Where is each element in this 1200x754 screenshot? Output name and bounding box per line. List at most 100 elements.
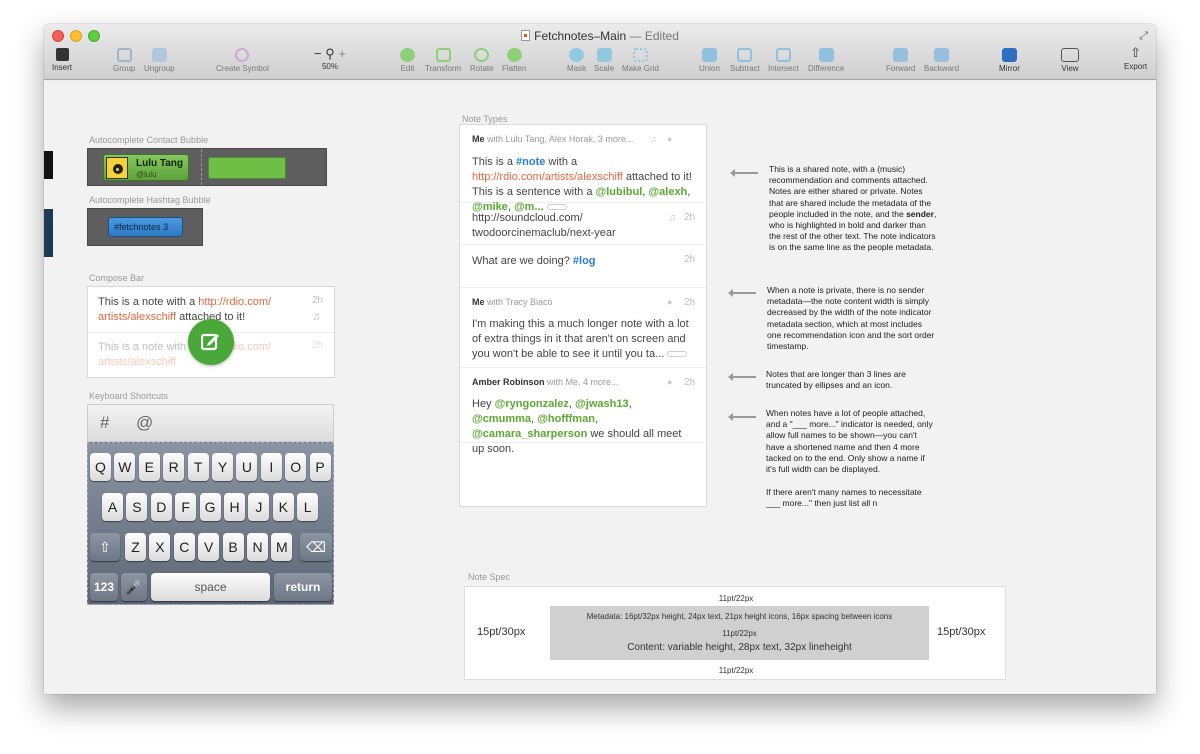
scale-icon	[596, 48, 612, 62]
timestamp: 2h	[684, 377, 696, 388]
compose-button[interactable]	[188, 319, 234, 365]
hash-shortcut-key[interactable]: #	[100, 413, 109, 433]
timestamp: 2h	[684, 297, 696, 308]
key-u[interactable]: U	[236, 453, 258, 481]
symbol-icon	[235, 48, 250, 62]
key-o[interactable]: O	[285, 453, 307, 481]
list-item[interactable]: What are we doing? #log 2h	[460, 245, 706, 288]
key-h[interactable]: H	[224, 493, 245, 521]
grid-icon	[632, 48, 648, 62]
intersect-icon	[775, 48, 791, 62]
mask-button[interactable]: Mask	[567, 48, 586, 73]
spec-metadata: Metadata: 16pt/32px height, 24px text, 2…	[586, 612, 893, 621]
contact-bubble[interactable]: Lulu Tang @lulu	[103, 154, 189, 181]
backward-button[interactable]: Backward	[924, 48, 959, 73]
key-p[interactable]: P	[309, 453, 331, 481]
ungroup-button[interactable]: Ungroup	[144, 48, 175, 73]
intersect-button[interactable]: Intersect	[768, 48, 799, 73]
key-k[interactable]: K	[272, 493, 294, 521]
key-n[interactable]: N	[247, 533, 268, 561]
key-r[interactable]: R	[163, 453, 185, 481]
annotation-many-people: When notes have a lot of people attached…	[766, 408, 933, 475]
music-icon: ♫	[312, 311, 321, 323]
hashtag-bubble-artboard: #fetchnotes 3	[87, 208, 203, 246]
key-g[interactable]: G	[199, 493, 221, 521]
forward-button[interactable]: Forward	[886, 48, 915, 73]
make-grid-button[interactable]: Make Grid	[622, 48, 659, 73]
empty-contact-bubble[interactable]	[208, 157, 286, 179]
group-button[interactable]: Group	[113, 48, 135, 73]
numbers-key[interactable]: 123	[90, 573, 118, 601]
comment-icon: ●	[667, 377, 673, 387]
create-symbol-button[interactable]: Create Symbol	[216, 48, 269, 73]
key-d[interactable]: D	[150, 493, 172, 521]
transform-button[interactable]: Transform	[425, 48, 461, 73]
at-shortcut-key[interactable]: @	[136, 413, 153, 433]
compose-row[interactable]: This is a note with a http://rdio.com/ar…	[98, 295, 278, 325]
shortcut-bar: # @	[87, 404, 334, 442]
subtract-button[interactable]: Subtract	[730, 48, 760, 73]
annotation-shared-note: This is a shared note, with a (music) re…	[769, 164, 937, 253]
key-a[interactable]: A	[102, 493, 123, 521]
note-content: What are we doing? #log	[472, 255, 596, 267]
key-s[interactable]: S	[126, 493, 148, 521]
key-e[interactable]: E	[138, 453, 160, 481]
backward-icon	[934, 48, 950, 62]
note-metadata: Me with Lulu Tang, Alex Horak, 3 more...	[472, 134, 634, 144]
edit-button[interactable]: Edit	[400, 48, 415, 73]
rotate-button[interactable]: Rotate	[470, 48, 494, 73]
key-c[interactable]: C	[173, 533, 195, 561]
list-item[interactable]: Me with Lulu Tang, Alex Horak, 3 more...…	[460, 125, 706, 213]
key-t[interactable]: T	[187, 453, 209, 481]
spec-top-padding: 11pt/22px	[718, 594, 754, 603]
keyboard-keys: Q W E R T Y U I O P A S D F G H J K L ⇧ Z X C V B N M ⌫ 123 🎤 space ret…	[87, 442, 334, 605]
keyboard: # @ Q W E R T Y U I O P A S D F G H J K L ⇧ Z X C V B N M ⌫ 123 🎤 spac…	[87, 404, 335, 606]
flatten-button[interactable]: Flatten	[502, 48, 526, 73]
section-label: Compose Bar	[89, 273, 145, 283]
key-j[interactable]: J	[248, 493, 270, 521]
music-icon: ♫	[668, 212, 677, 224]
microphone-key[interactable]: 🎤	[121, 573, 147, 601]
key-f[interactable]: F	[175, 493, 197, 521]
note-content: Hey @ryngonzalez, @jwash13, @cmumma, @ho…	[472, 398, 682, 455]
key-q[interactable]: Q	[90, 453, 111, 481]
note-content: I'm making this a much longer note with …	[472, 318, 689, 360]
fullscreen-icon[interactable]: ⤢	[1139, 30, 1148, 43]
key-x[interactable]: X	[149, 533, 171, 561]
key-z[interactable]: Z	[125, 533, 146, 561]
zoom-out-button[interactable]: −	[314, 46, 322, 61]
mirror-button[interactable]: Mirror	[999, 48, 1020, 73]
export-button[interactable]: ⇧ Export	[1124, 45, 1147, 72]
union-button[interactable]: Union	[699, 48, 720, 73]
design-canvas[interactable]: Autocomplete Contact Bubble Lulu Tang @l…	[44, 81, 1156, 694]
key-m[interactable]: M	[271, 533, 293, 561]
spec-right-padding: 15pt/30px	[937, 626, 986, 638]
zoom-in-button[interactable]: +	[338, 46, 346, 61]
hashtag-bubble[interactable]: #fetchnotes 3	[108, 217, 183, 237]
key-i[interactable]: I	[260, 453, 282, 481]
union-icon	[701, 48, 717, 62]
timestamp: 2h	[312, 340, 324, 351]
key-v[interactable]: V	[198, 533, 220, 561]
note-spec: 11pt/22px 15pt/30px 15pt/30px Metadata: …	[464, 586, 1006, 680]
key-b[interactable]: B	[222, 533, 244, 561]
shift-key[interactable]: ⇧	[90, 533, 120, 561]
delete-key[interactable]: ⌫	[300, 533, 332, 561]
export-icon: ⇧	[1130, 45, 1142, 60]
insert-button[interactable]: Insert	[52, 48, 72, 72]
plus-icon	[55, 48, 69, 61]
annotation-arrow	[728, 413, 756, 421]
mirror-icon	[1001, 48, 1017, 62]
scale-button[interactable]: Scale	[594, 48, 614, 73]
space-key[interactable]: space	[151, 573, 270, 601]
return-key[interactable]: return	[274, 573, 332, 601]
difference-button[interactable]: Difference	[808, 48, 844, 73]
list-item[interactable]: Me with Tracy Biaco ● 2h I'm making this…	[460, 288, 706, 368]
key-y[interactable]: Y	[212, 453, 233, 481]
key-l[interactable]: L	[297, 493, 319, 521]
list-item[interactable]: Amber Robinson with Me, 4 more... ● 2h H…	[460, 368, 706, 455]
list-item[interactable]: http://soundcloud.com/twodoorcinemaclub/…	[460, 203, 706, 245]
music-icon: ♫	[650, 134, 657, 144]
key-w[interactable]: W	[114, 453, 136, 481]
view-button[interactable]: View	[1061, 48, 1079, 73]
